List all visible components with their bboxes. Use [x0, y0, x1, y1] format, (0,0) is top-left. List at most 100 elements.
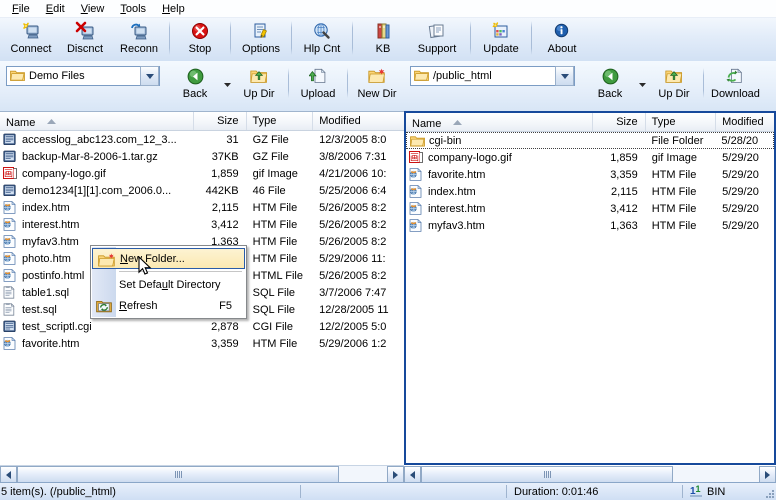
connect-icon — [21, 20, 41, 42]
toolbar-label: Connect — [10, 43, 52, 55]
table-row[interactable]: interest.htm 3,412 HTM File 5/26/2005 8:2 — [0, 216, 404, 233]
toolbar-button-discnct[interactable]: Discnct — [58, 18, 112, 61]
remote-nav-strip: /public_html Back Up Dir Download — [404, 61, 776, 111]
toolbar-button-kb[interactable]: KB — [356, 18, 410, 61]
status-transfer-mode[interactable]: 1 1 BIN — [683, 483, 762, 500]
file-type-cell: SQL File — [252, 303, 296, 316]
toolbar-button-options[interactable]: Options — [234, 18, 288, 61]
column-header-size[interactable]: Size — [194, 112, 247, 130]
menu-item-view[interactable]: View — [73, 2, 113, 16]
toolbar-button-support[interactable]: Support — [410, 18, 464, 61]
scroll-left-button[interactable] — [0, 466, 17, 483]
remote-back-history-dropdown[interactable] — [637, 66, 647, 104]
resize-grip-icon[interactable] — [762, 483, 776, 500]
file-name-cell: cgi-bin — [407, 135, 593, 147]
column-header-type[interactable]: Type — [247, 112, 314, 130]
column-header-name[interactable]: Name — [406, 113, 594, 131]
local-updir-button[interactable]: Up Dir — [232, 66, 286, 104]
column-header-modified[interactable]: Modified — [716, 113, 774, 131]
column-header-size[interactable]: Size — [593, 113, 646, 131]
remote-path-combo[interactable]: /public_html — [410, 66, 575, 86]
file-name-cell: index.htm — [0, 201, 194, 214]
local-back-history-dropdown[interactable] — [222, 66, 232, 104]
menu-bar: File Edit View Tools Help — [0, 0, 776, 18]
remote-pane: /public_html Back Up Dir Download Name S… — [404, 61, 776, 483]
file-name-text: myfav3.htm — [22, 235, 79, 248]
toolbar-button-stop[interactable]: Stop — [173, 18, 227, 61]
file-modified-cell: 5/29/20 — [722, 202, 759, 215]
toolbar-button-hlp-cnt[interactable]: Hlp Cnt — [295, 18, 349, 61]
folder-icon — [410, 135, 425, 147]
toolbar-separator — [169, 21, 170, 55]
table-row[interactable]: test_scriptl.cgi 2,878 CGI File 12/2/2005 5… — [0, 318, 404, 335]
scroll-track[interactable] — [421, 466, 759, 483]
chevron-down-icon[interactable] — [140, 66, 159, 86]
stop-icon — [190, 20, 210, 42]
table-row[interactable]: accesslog_abc123.com_12_3... 31 GZ File 12/… — [0, 131, 404, 148]
file-name-cell: favorite.htm — [0, 337, 194, 350]
table-row[interactable]: backup-Mar-8-2006-1.tar.gz 37KB GZ File 3/8… — [0, 148, 404, 165]
toolbar-button-reconn[interactable]: Reconn — [112, 18, 166, 61]
remote-updir-button[interactable]: Up Dir — [647, 66, 701, 104]
local-nav-buttons: Back Up Dir Upload New Dir — [168, 66, 404, 104]
toolbar-button-about[interactable]: About — [535, 18, 589, 61]
scroll-right-button[interactable] — [759, 466, 776, 483]
grip-icon — [543, 471, 551, 478]
menu-item-tools[interactable]: Tools — [112, 2, 154, 16]
scroll-track[interactable] — [17, 466, 387, 483]
nav-separator — [703, 68, 704, 98]
nav-separator — [347, 68, 348, 98]
toolbar-button-connect[interactable]: Connect — [4, 18, 58, 61]
file-size-cell: 1,859 — [211, 167, 239, 180]
table-row[interactable]: 画 company-logo.gif 1,859 gif Image 4/21/2006… — [0, 165, 404, 182]
table-row[interactable]: favorite.htm 3,359 HTM File 5/29/2006 1:2 — [0, 335, 404, 352]
local-hscrollbar[interactable] — [0, 465, 404, 483]
remote-hscrollbar[interactable] — [404, 465, 776, 483]
column-header-modified[interactable]: Modified — [313, 112, 404, 130]
nav-label: New Dir — [357, 88, 397, 100]
table-row[interactable]: demo1234[1][1].com_2006.0... 442KB 46 File… — [0, 182, 404, 199]
scroll-thumb[interactable] — [17, 466, 339, 483]
table-row[interactable]: interest.htm 3,412 HTM File 5/29/20 — [406, 200, 774, 217]
local-path-combo[interactable]: Demo Files — [6, 66, 160, 86]
file-size-cell: 31 — [226, 133, 239, 146]
file-name-cell: test_scriptl.cgi — [0, 320, 194, 333]
remote-file-list[interactable]: Name Size Type Modified cgi-bin File Fold… — [404, 111, 776, 465]
html-file-icon — [409, 219, 424, 232]
menu-item-help[interactable]: Help — [154, 2, 193, 16]
scroll-left-button[interactable] — [404, 466, 421, 483]
column-header-type[interactable]: Type — [646, 113, 717, 131]
file-size-cell: 37KB — [211, 150, 239, 163]
upload-button[interactable]: Upload — [291, 66, 345, 104]
context-menu[interactable]: New Folder... Set Default Directory Refr… — [90, 245, 247, 319]
new-folder-icon — [96, 251, 116, 268]
new-dir-button[interactable]: New Dir — [350, 66, 404, 104]
file-name-text: table1.sql — [22, 286, 70, 299]
table-row[interactable]: cgi-bin File Folder 5/28/20 — [406, 132, 774, 149]
remote-back-button[interactable]: Back — [583, 66, 637, 104]
table-row[interactable]: index.htm 2,115 HTM File 5/26/2005 8:2 — [0, 199, 404, 216]
chevron-down-icon[interactable] — [555, 66, 574, 86]
scroll-thumb[interactable] — [421, 466, 673, 483]
context-menu-item-set-default-directory[interactable]: Set Default Directory — [91, 274, 246, 295]
table-row[interactable]: myfav3.htm 1,363 HTM File 5/29/20 — [406, 217, 774, 234]
file-size-cell: 2,878 — [211, 320, 239, 333]
file-modified-cell: 5/28/20 — [721, 134, 759, 147]
table-row[interactable]: index.htm 2,115 HTM File 5/29/20 — [406, 183, 774, 200]
html-file-icon — [3, 252, 18, 265]
toolbar-button-update[interactable]: Update — [474, 18, 528, 61]
support-icon — [427, 20, 447, 42]
scroll-right-button[interactable] — [387, 466, 404, 483]
table-row[interactable]: 画 company-logo.gif 1,859 gif Image 5/29/20 — [406, 149, 774, 166]
column-header-name[interactable]: Name — [0, 112, 194, 130]
context-menu-item-refresh[interactable]: Refresh F5 — [91, 295, 246, 316]
table-row[interactable]: favorite.htm 3,359 HTM File 5/29/20 — [406, 166, 774, 183]
context-menu-item-new-folder[interactable]: New Folder... — [92, 248, 245, 269]
download-button[interactable]: Download — [706, 66, 765, 104]
file-name-cell: demo1234[1][1].com_2006.0... — [0, 184, 194, 197]
menu-item-edit[interactable]: Edit — [38, 2, 73, 16]
nav-separator — [288, 68, 289, 98]
local-back-button[interactable]: Back — [168, 66, 222, 104]
menu-item-file[interactable]: File — [4, 2, 38, 16]
nav-label: Up Dir — [243, 88, 275, 100]
